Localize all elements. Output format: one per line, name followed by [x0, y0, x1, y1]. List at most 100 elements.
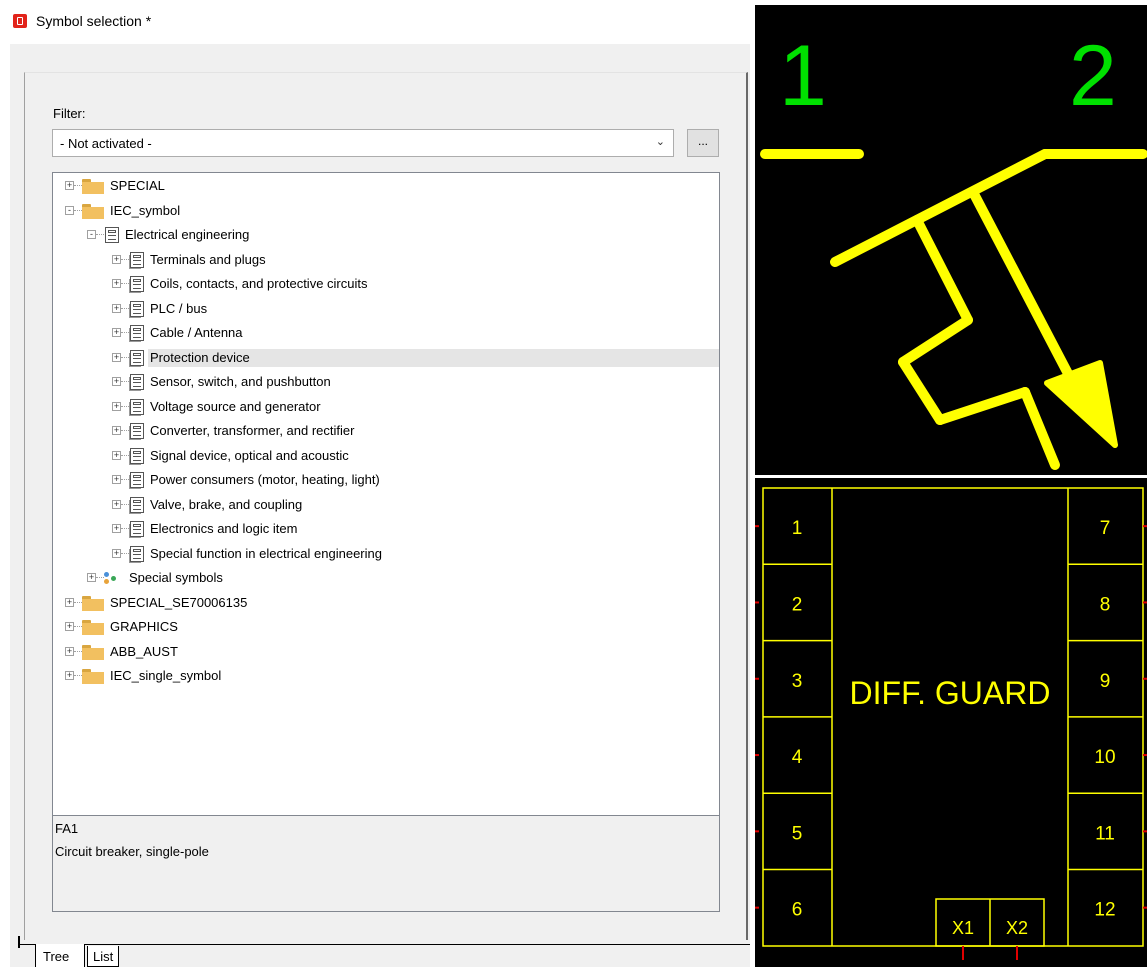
- tree-connector: [74, 650, 82, 652]
- pin-label-x1: X1: [952, 918, 974, 938]
- tree-node[interactable]: + GRAPHICS: [53, 615, 719, 638]
- expand-icon[interactable]: +: [65, 646, 74, 656]
- tree-node[interactable]: + Voltage source and generator: [53, 395, 719, 418]
- symbol-tree[interactable]: + SPECIAL - IEC_symbol - Electrical engineeri…: [52, 172, 720, 816]
- filter-dropdown[interactable]: - Not activated - ⌄: [52, 129, 674, 157]
- symbol-group-icon: [130, 447, 144, 464]
- expand-icon[interactable]: +: [112, 426, 121, 435]
- expand-icon[interactable]: +: [65, 181, 74, 190]
- arrow-head: [1044, 360, 1118, 448]
- tree-node-label: ABB_AUST: [110, 643, 178, 659]
- pin-label: 12: [1094, 900, 1115, 921]
- tab-bar: [20, 944, 750, 945]
- tree-connector: [121, 479, 129, 480]
- tree-node[interactable]: + Sensor, switch, and pushbutton: [53, 370, 719, 393]
- expand-icon[interactable]: +: [65, 597, 74, 607]
- tree-node[interactable]: + Electronics and logic item: [53, 517, 719, 540]
- tree-node-label: SPECIAL: [110, 178, 165, 193]
- tree-node[interactable]: - Electrical engineering: [53, 223, 719, 246]
- expand-icon[interactable]: +: [112, 303, 121, 313]
- tree-node[interactable]: + Special symbols: [53, 566, 719, 589]
- expand-icon[interactable]: +: [112, 377, 121, 386]
- tree-node[interactable]: + Valve, brake, and coupling: [53, 493, 719, 516]
- expand-icon[interactable]: +: [112, 279, 121, 288]
- tree-node-label: Converter, transformer, and rectifier: [150, 423, 355, 438]
- symbol-group-icon: [130, 300, 144, 317]
- expand-icon[interactable]: +: [65, 671, 74, 680]
- tree-node-label: Cable / Antenna: [150, 325, 243, 340]
- expand-icon[interactable]: +: [112, 475, 121, 484]
- symbol-preview: 1 2: [755, 5, 1147, 475]
- tree-node[interactable]: + Special function in electrical engineer…: [53, 542, 719, 565]
- symbol-group-icon: [130, 374, 144, 390]
- block-preview: 123456 7 8 9 10 11 12 DIFF. GUARD X1 X2: [755, 478, 1147, 967]
- pin-label: 6: [792, 900, 803, 921]
- tree-node-label: Electronics and logic item: [150, 521, 298, 536]
- collapse-icon[interactable]: -: [87, 230, 96, 239]
- symbol-group-icon: [130, 325, 144, 341]
- pin-label-x2: X2: [1006, 918, 1028, 938]
- tab-list-label: List: [93, 949, 114, 964]
- tree-node[interactable]: + Signal device, optical and acoustic: [53, 444, 719, 467]
- tree-connector: [74, 601, 82, 603]
- chevron-down-icon: ⌄: [655, 136, 665, 148]
- description-panel: FA1 Circuit breaker, single-pole: [52, 816, 720, 912]
- pin-label: 8: [1100, 594, 1111, 615]
- tab-tree-label: Tree: [43, 949, 70, 964]
- tree-connector: [96, 577, 104, 578]
- expand-icon[interactable]: +: [112, 548, 121, 558]
- tree-node-label: IEC_single_symbol: [110, 668, 222, 683]
- symbol-group-icon: [130, 496, 144, 513]
- symbol-group-icon: [130, 521, 144, 537]
- tree-connector: [74, 185, 82, 186]
- tree-node-label: Protection device: [148, 348, 719, 367]
- pin-label-1: 1: [779, 28, 827, 124]
- filter-value: - Not activated -: [60, 136, 152, 151]
- tree-connector: [121, 503, 129, 505]
- app-icon: [13, 14, 27, 28]
- tree-connector: [96, 234, 104, 235]
- expand-icon[interactable]: +: [112, 328, 121, 337]
- symbol-group-icon: [130, 398, 144, 415]
- tree-node[interactable]: + PLC / bus: [53, 297, 719, 320]
- circuit-breaker-symbol: 1 2: [760, 28, 1147, 470]
- tab-tree[interactable]: Tree: [35, 944, 85, 967]
- expand-icon[interactable]: +: [112, 499, 121, 509]
- symbol-library-icon: [105, 227, 119, 243]
- pin-label: 1: [792, 518, 803, 539]
- expand-icon[interactable]: +: [112, 450, 121, 460]
- tree-node[interactable]: + IEC_single_symbol: [53, 664, 719, 687]
- tree-node[interactable]: + Protection device: [53, 346, 719, 369]
- tree-node-label: PLC / bus: [150, 300, 208, 316]
- tree-node[interactable]: + SPECIAL_SE70006135: [53, 591, 719, 614]
- tree-node[interactable]: - IEC_symbol: [53, 199, 719, 222]
- folder-icon: [82, 203, 104, 219]
- symbol-group-icon: [130, 423, 144, 439]
- tree-connector: [121, 258, 129, 260]
- tree-connector: [121, 454, 129, 456]
- tree-node[interactable]: + Converter, transformer, and rectifier: [53, 419, 719, 442]
- tree-node-label: SPECIAL_SE70006135: [110, 594, 248, 610]
- tree-node[interactable]: + Terminals and plugs: [53, 248, 719, 271]
- window-title: Symbol selection *: [36, 13, 152, 29]
- expand-icon[interactable]: +: [87, 573, 96, 582]
- filter-more-button[interactable]: ...: [687, 129, 719, 157]
- tree-node[interactable]: + Coils, contacts, and protective circuit…: [53, 272, 719, 295]
- tree-node[interactable]: + ABB_AUST: [53, 640, 719, 663]
- expand-icon[interactable]: +: [112, 524, 121, 533]
- pin-label: 5: [792, 823, 803, 844]
- symbol-group-icon: [130, 472, 144, 488]
- expand-icon[interactable]: +: [112, 254, 121, 264]
- tree-node-label: Valve, brake, and coupling: [150, 496, 303, 512]
- symbol-group-icon: [130, 251, 144, 268]
- tree-node[interactable]: + Cable / Antenna: [53, 321, 719, 344]
- tree-node[interactable]: + SPECIAL: [53, 174, 719, 197]
- expand-icon[interactable]: +: [112, 401, 121, 411]
- tree-node[interactable]: + Power consumers (motor, heating, light): [53, 468, 719, 491]
- expand-icon[interactable]: +: [112, 352, 121, 362]
- collapse-icon[interactable]: -: [65, 205, 74, 215]
- tab-list[interactable]: List: [87, 946, 119, 967]
- tree-connector: [121, 528, 129, 529]
- tree-node-label: Special function in electrical engineeri…: [150, 545, 382, 561]
- expand-icon[interactable]: +: [65, 622, 74, 631]
